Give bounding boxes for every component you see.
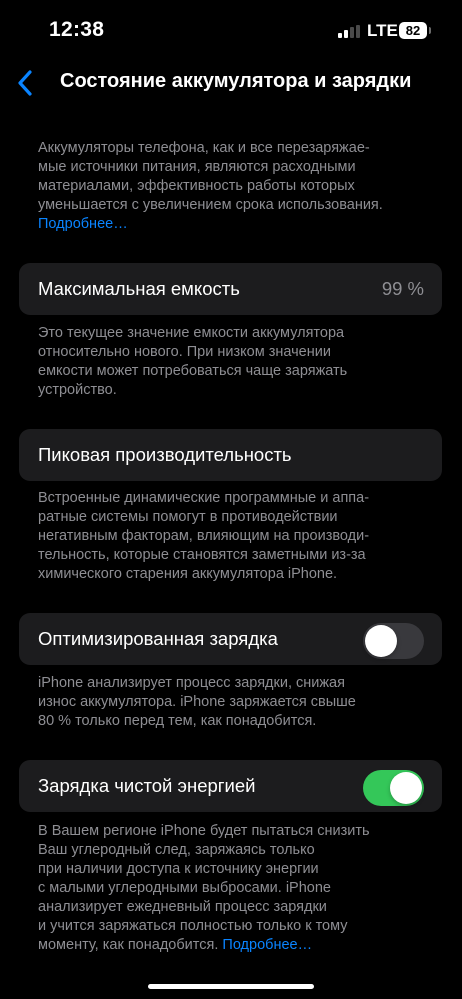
footer-line: Это текущее значение емкости аккумулятор… (38, 325, 345, 341)
clean-energy-charging-row: Зарядка чистой энергией (19, 760, 442, 812)
footer-line: тельность, которые становятся заметными … (38, 547, 366, 563)
footer-line: В Вашем регионе iPhone будет пытаться сн… (38, 823, 370, 839)
footer-line: при наличии доступа к источнику энергии (38, 861, 319, 877)
footer-line: ратные системы помогут в противодействии (38, 509, 338, 525)
max-capacity-value: 99 % (381, 278, 424, 299)
footer-line: устройство. (38, 382, 117, 398)
footer-line-with-link: моменту, как понадобится. Подробнее… (38, 936, 430, 955)
footer-line: Встроенные динамические программные и ап… (38, 490, 370, 506)
status-time: 12:38 (49, 18, 105, 41)
battery-settings-screen: 12:38 LTE 82 Состояние аккумулятора и за… (0, 0, 462, 999)
peak-performance-label: Пиковая производительность (38, 444, 292, 465)
learn-more-link[interactable]: Подробнее… (38, 215, 430, 234)
clean-energy-charging-footer: В Вашем регионе iPhone будет пытаться сн… (38, 822, 430, 955)
peak-performance-footer: Встроенные динамические программные и ап… (38, 489, 430, 584)
max-capacity-row: Максимальная емкость 99 % (19, 263, 442, 315)
optimized-charging-footer: iPhone анализирует процесс зарядки, сниж… (38, 674, 430, 731)
footer-line: износ аккумулятора. iPhone заряжается св… (38, 694, 356, 710)
optimized-charging-label: Оптимизированная зарядка (38, 628, 278, 649)
clean-energy-charging-toggle[interactable] (363, 770, 424, 806)
footer-line: анализирует ежедневный процесс зарядки (38, 899, 327, 915)
optimized-charging-row: Оптимизированная зарядка (19, 613, 442, 665)
intro-description: Аккумуляторы телефона, как и все перезар… (38, 139, 430, 234)
footer-line: 80 % только перед тем, как понадобится. (38, 713, 317, 729)
intro-line: материалами, эффективность работы которы… (38, 178, 355, 194)
back-button[interactable] (8, 66, 42, 100)
chevron-left-icon (18, 70, 32, 96)
peak-performance-row[interactable]: Пиковая производительность (19, 429, 442, 481)
footer-line: негативным факторам, влияющим на произво… (38, 528, 370, 544)
clean-energy-charging-label: Зарядка чистой энергией (38, 775, 256, 796)
optimized-charging-toggle[interactable] (363, 623, 424, 659)
footer-line: моменту, как понадобится. (38, 937, 219, 953)
battery-level: 82 (405, 23, 421, 38)
footer-line: с малыми углеродными выбросами. iPhone (38, 880, 331, 896)
intro-line: уменьшается с увеличением срока использо… (38, 197, 383, 213)
learn-more-link[interactable]: Подробнее… (222, 937, 312, 953)
footer-line: относительно нового. При низком значении (38, 344, 331, 360)
cellular-signal-icon (338, 25, 360, 38)
network-type: LTE (367, 21, 398, 40)
max-capacity-label: Максимальная емкость (38, 278, 240, 299)
intro-line: мые источники питания, являются расходны… (38, 159, 356, 175)
intro-line: Аккумуляторы телефона, как и все перезар… (38, 140, 370, 156)
footer-line: химического старения аккумулятора iPhone… (38, 566, 338, 582)
footer-line: и учится заряжаться полностью только к т… (38, 918, 348, 934)
footer-line: емкости может потребоваться чаще заряжат… (38, 363, 348, 379)
toggle-knob (390, 772, 422, 804)
status-bar: 12:38 LTE 82 (0, 0, 462, 60)
max-capacity-footer: Это текущее значение емкости аккумулятор… (38, 324, 430, 400)
battery-icon: 82 (399, 22, 427, 39)
page-title: Состояние аккумулятора и зарядки (60, 70, 412, 92)
toggle-knob (365, 625, 397, 657)
footer-line: Ваш углеродный след, заряжаясь только (38, 842, 315, 858)
home-indicator[interactable] (148, 984, 314, 989)
battery-tip (429, 27, 431, 34)
footer-line: iPhone анализирует процесс зарядки, сниж… (38, 675, 345, 691)
